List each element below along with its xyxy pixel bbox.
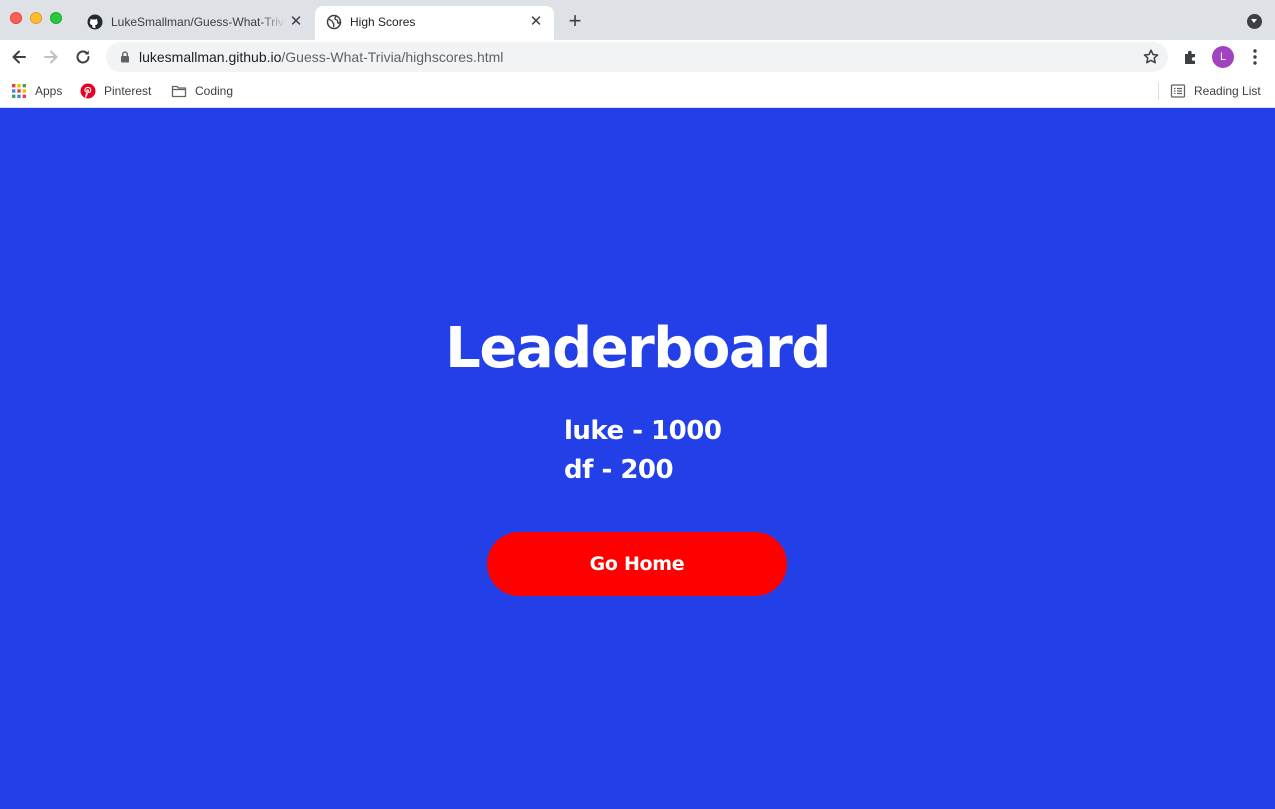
new-tab-button[interactable]: + xyxy=(565,10,585,32)
bookmark-star-icon[interactable] xyxy=(1142,48,1160,66)
extensions-puzzle-icon[interactable] xyxy=(1181,47,1201,67)
github-icon xyxy=(87,14,103,30)
bookmarks-divider xyxy=(1158,82,1159,100)
tab-title: LukeSmallman/Guess-What-Trivia xyxy=(111,15,286,29)
url-path: /Guess-What-Trivia/highscores.html xyxy=(281,49,504,65)
bookmark-folder-coding[interactable]: Coding xyxy=(171,81,233,101)
reading-list-icon xyxy=(1170,84,1186,98)
lock-icon[interactable] xyxy=(118,50,132,64)
address-bar[interactable]: lukesmallman.github.io/Guess-What-Trivia… xyxy=(106,42,1168,72)
bookmark-pinterest[interactable]: Pinterest xyxy=(80,81,151,101)
bookmark-label: Apps xyxy=(35,84,63,98)
score-entry: df - 200 xyxy=(564,455,674,485)
window-close-button[interactable] xyxy=(10,12,22,24)
tab-title: High Scores xyxy=(350,15,416,29)
back-arrow-icon[interactable] xyxy=(8,46,30,68)
bookmark-label: Pinterest xyxy=(104,84,152,98)
window-minimize-button[interactable] xyxy=(30,12,42,24)
browser-toolbar: lukesmallman.github.io/Guess-What-Trivia… xyxy=(0,40,1275,74)
page-content: Leaderboard luke - 1000 df - 200 Go Home xyxy=(0,108,1275,809)
score-entry: luke - 1000 xyxy=(564,416,722,446)
window-maximize-button[interactable] xyxy=(50,12,62,24)
globe-icon xyxy=(326,14,342,30)
tab-github[interactable]: LukeSmallman/Guess-What-Trivia ✕ xyxy=(80,6,314,40)
url-text[interactable]: lukesmallman.github.io/Guess-What-Trivia… xyxy=(139,49,503,65)
tab-close-icon[interactable]: ✕ xyxy=(528,14,544,30)
tab-high-scores[interactable]: High Scores ✕ xyxy=(315,6,554,40)
forward-arrow-icon[interactable] xyxy=(40,46,62,68)
url-host: lukesmallman.github.io xyxy=(139,49,282,65)
profile-avatar[interactable]: L xyxy=(1212,46,1234,68)
bookmark-label: Coding xyxy=(195,84,234,98)
score-list: luke - 1000 df - 200 xyxy=(564,412,722,490)
apps-grid-icon xyxy=(12,84,26,98)
bookmark-apps[interactable]: Apps xyxy=(11,81,62,101)
reading-list-label: Reading List xyxy=(1194,84,1261,98)
leaderboard-heading: Leaderboard xyxy=(445,316,831,381)
reload-icon[interactable] xyxy=(72,46,94,68)
more-menu-icon[interactable] xyxy=(1248,47,1262,67)
tab-close-icon[interactable]: ✕ xyxy=(288,14,304,30)
reading-list-button[interactable]: Reading List xyxy=(1170,81,1261,101)
go-home-button[interactable]: Go Home xyxy=(487,532,787,596)
pinterest-icon xyxy=(80,83,96,99)
tab-strip: LukeSmallman/Guess-What-Trivia ✕ High Sc… xyxy=(0,0,1275,40)
folder-icon xyxy=(171,85,187,98)
bookmarks-bar: Apps Pinterest Coding Reading List xyxy=(0,74,1275,108)
tab-search-icon[interactable] xyxy=(1247,14,1262,29)
